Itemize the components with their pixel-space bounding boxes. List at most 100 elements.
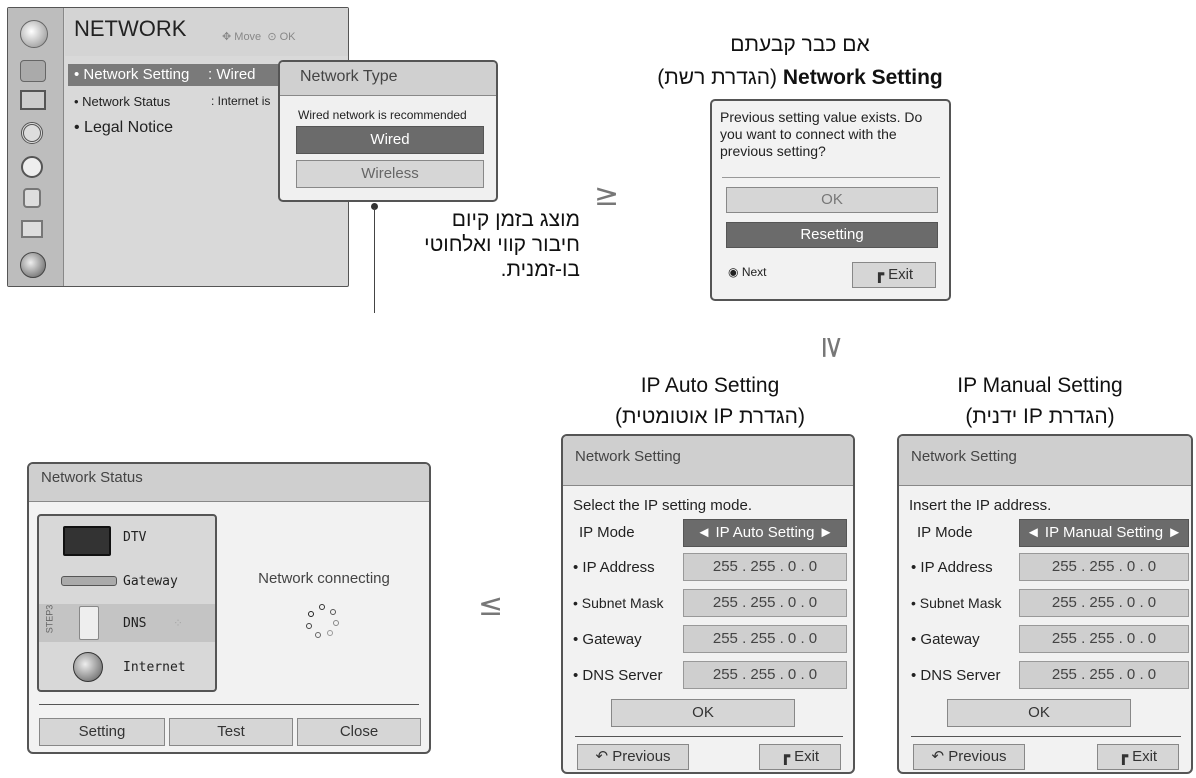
globe-icon [73, 652, 103, 682]
exit-label: Exit [1132, 748, 1158, 765]
ip-mode-selector[interactable]: ◄ IP Manual Setting ► [1019, 519, 1189, 547]
exit-button[interactable]: ┏ Exit [852, 262, 936, 288]
move-icon: ✥ [222, 31, 232, 43]
ok-button[interactable]: OK [726, 187, 938, 213]
back-icon: ↶ [595, 748, 609, 765]
previous-label: Previous [948, 748, 1007, 765]
dns-label: DNS [123, 616, 147, 631]
gateway-field[interactable]: 255 . 255 . 0 . 0 [683, 625, 847, 653]
auto-heading-line1: IP Auto Setting [640, 374, 780, 397]
prev-heading: אם כבר קבעתם Network Setting (הגדרת רשת) [610, 28, 990, 94]
network-type-popup: Network Type Wired network is recommende… [278, 60, 498, 202]
connecting-text: Network connecting [258, 570, 390, 587]
note-line: חיבור קווי ואלחוטי [424, 233, 580, 256]
divider [575, 736, 843, 737]
menu-item-label[interactable]: • Legal Notice [74, 119, 173, 137]
clock-icon[interactable] [21, 156, 43, 178]
manual-heading-line2: (הגדרת IP ידנית) [965, 405, 1115, 428]
exit-label: Exit [888, 266, 914, 283]
back-icon: ↶ [931, 748, 945, 765]
wired-button[interactable]: Wired [296, 126, 484, 154]
network-type-title: Network Type [300, 68, 398, 85]
field-label: • Gateway [911, 631, 980, 648]
wireless-button[interactable]: Wireless [296, 160, 484, 188]
note-line: בו-זמנית. [500, 258, 580, 281]
move-hint: ✥ Move ⊙ OK [222, 30, 296, 43]
auto-heading: IP Auto Setting (הגדרת IP אוטומטית) [560, 370, 860, 432]
test-button[interactable]: Test [169, 718, 293, 746]
divider [722, 177, 940, 178]
close-button[interactable]: Close [297, 718, 421, 746]
lock-icon[interactable] [23, 188, 41, 208]
note-text: מוצג בזמן קיום חיבור קווי ואלחוטי בו-זמנ… [390, 207, 580, 282]
radio-icon: ◉ [728, 265, 739, 279]
menu-item-label: • Network Setting [74, 66, 190, 83]
exit-icon: ┏ [780, 748, 790, 765]
loading-spinner-icon [305, 604, 339, 638]
prev-heading-line1: אם כבר קבעתם [730, 33, 870, 56]
subnet-mask-field[interactable]: 255 . 255 . 0 . 0 [683, 589, 847, 617]
manual-heading: IP Manual Setting (הגדרת IP ידנית) [890, 370, 1190, 432]
recommend-text: Wired network is recommended [298, 108, 467, 122]
menu-title: NETWORK [74, 16, 187, 41]
audio-icon[interactable] [21, 122, 43, 144]
prev-message: Previous setting value exists. Do you wa… [720, 109, 923, 159]
dns-server-field[interactable]: 255 . 255 . 0 . 0 [1019, 661, 1189, 689]
field-label: • IP Address [573, 559, 655, 576]
move-hint-label: Move [234, 31, 262, 43]
arrow-right-icon: ≥ [594, 178, 620, 213]
status-panel-title: Network Status [29, 464, 429, 502]
ip-mode-label: IP Mode [579, 524, 635, 541]
ok-hint-label: OK [279, 31, 296, 43]
menu-item-label[interactable]: • Network Status [74, 94, 170, 109]
manual-heading-line1: IP Manual Setting [957, 374, 1123, 397]
prev-heading-line2: Network Setting (הגדרת רשת) [610, 61, 990, 94]
field-label: • Subnet Mask [573, 595, 664, 611]
ip-address-field[interactable]: 255 . 255 . 0 . 0 [1019, 553, 1189, 581]
ip-address-field[interactable]: 255 . 255 . 0 . 0 [683, 553, 847, 581]
exit-button[interactable]: ┏ Exit [759, 744, 841, 770]
field-label: • DNS Server [911, 667, 1001, 684]
screen-icon[interactable] [20, 90, 46, 110]
manual-panel-title: Network Setting [899, 436, 1191, 486]
divider [39, 704, 419, 705]
setting-button[interactable]: Setting [39, 718, 165, 746]
resetting-button[interactable]: Resetting [726, 222, 938, 248]
network-status-panel: Network Status DTV Gateway STEP3 DNS ⁘ I… [27, 462, 431, 754]
previous-label: Previous [612, 748, 671, 765]
network-icon[interactable] [20, 252, 46, 278]
ok-button[interactable]: OK [947, 699, 1131, 727]
arrow-left-icon: ≤ [478, 588, 504, 623]
menu-item-value: : Wired [208, 66, 256, 83]
tv-icon [63, 526, 111, 556]
auto-heading-line2: (הגדרת IP אוטומטית) [615, 405, 805, 428]
ip-mode-selector[interactable]: ◄ IP Auto Setting ► [683, 519, 847, 547]
option-icon[interactable] [21, 220, 43, 238]
ok-button[interactable]: OK [611, 699, 795, 727]
dns-server-field[interactable]: 255 . 255 . 0 . 0 [683, 661, 847, 689]
ip-auto-panel: Network Setting Select the IP setting mo… [561, 434, 855, 774]
field-label: • IP Address [911, 559, 993, 576]
subnet-mask-field[interactable]: 255 . 255 . 0 . 0 [1019, 589, 1189, 617]
next-label: Next [741, 265, 767, 279]
menu-sidebar [8, 8, 64, 286]
callout-line [374, 208, 375, 313]
dtv-label: DTV [123, 530, 147, 545]
dns-spinner-icon: ⁘ [173, 616, 184, 630]
previous-button[interactable]: ↶ Previous [913, 744, 1025, 770]
manual-instruction: Insert the IP address. [909, 497, 1052, 514]
prev-setting-dialog: Previous setting value exists. Do you wa… [710, 99, 951, 301]
next-hint: ◉ Next [728, 265, 767, 279]
picture-icon[interactable] [20, 60, 46, 82]
prev-heading-rest: (הגדרת רשת) [657, 66, 778, 89]
exit-icon: ┏ [874, 266, 884, 283]
server-icon [79, 606, 99, 640]
field-label: • Gateway [573, 631, 642, 648]
note-line: מוצג בזמן קיום [451, 208, 580, 231]
exit-button[interactable]: ┏ Exit [1097, 744, 1179, 770]
auto-instruction: Select the IP setting mode. [573, 497, 752, 514]
menu-item-value: : Internet is [211, 94, 271, 108]
divider [911, 736, 1181, 737]
gateway-field[interactable]: 255 . 255 . 0 . 0 [1019, 625, 1189, 653]
previous-button[interactable]: ↶ Previous [577, 744, 689, 770]
